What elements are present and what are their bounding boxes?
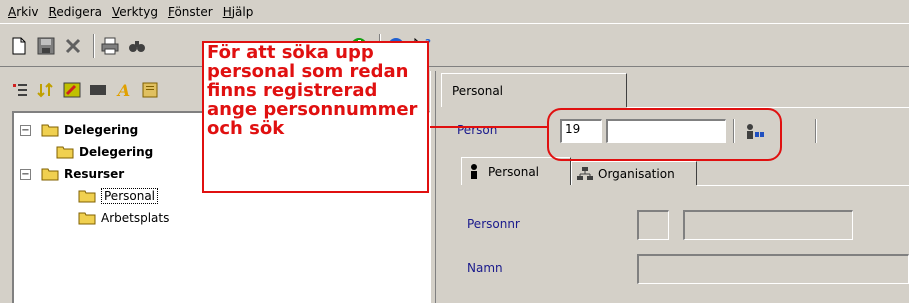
new-document-icon[interactable] xyxy=(8,35,30,57)
right-panel: Personal Person 19 Personal Organisation… xyxy=(437,71,909,303)
edit-icon[interactable] xyxy=(62,80,82,100)
tree-item-label: Personal xyxy=(101,188,159,204)
callout-connector xyxy=(430,126,547,128)
sort-icon[interactable] xyxy=(36,80,56,100)
tree-item-arbetsplats[interactable]: Arbetsplats xyxy=(78,209,169,227)
namn-field xyxy=(637,254,909,284)
delete-icon[interactable] xyxy=(62,35,84,57)
menu-redigera[interactable]: Redigera xyxy=(44,5,107,19)
main-toolbar: ? ? xyxy=(0,25,909,67)
tree-item-personal[interactable]: Personal xyxy=(78,187,159,205)
toolbar-separator xyxy=(93,33,95,58)
tab-personal-sub[interactable]: Personal xyxy=(461,157,571,185)
folder-icon xyxy=(78,211,96,225)
menu-verktyg[interactable]: Verktyg xyxy=(107,5,163,19)
find-icon[interactable] xyxy=(126,35,148,57)
tree-item-label: Delegering xyxy=(79,145,154,159)
collapse-icon[interactable]: − xyxy=(20,124,31,136)
personnr-prefix-field xyxy=(637,210,669,240)
subtab-label: Personal xyxy=(488,164,540,179)
panel-splitter[interactable] xyxy=(430,71,436,303)
collapse-icon[interactable]: − xyxy=(20,168,31,180)
report-icon[interactable] xyxy=(140,80,160,100)
folder-icon xyxy=(78,189,96,203)
rectangle-icon[interactable] xyxy=(88,80,108,100)
tab-personal[interactable]: Personal xyxy=(441,73,627,107)
folder-icon xyxy=(56,145,74,159)
tab-label: Personal xyxy=(452,83,504,98)
personnr-number-field xyxy=(683,210,853,240)
namn-label: Namn xyxy=(467,261,503,275)
menu-fonster[interactable]: Fönster xyxy=(163,5,218,19)
print-icon[interactable] xyxy=(99,35,121,57)
svg-text:A: A xyxy=(116,82,130,98)
tab-baseline xyxy=(697,185,909,186)
font-icon[interactable]: A xyxy=(114,80,134,100)
highlight-oval xyxy=(547,108,782,161)
separator xyxy=(815,119,817,143)
menu-bar: Arkiv Redigera Verktyg Fönster Hjälp xyxy=(0,0,909,24)
personnr-label: Personnr xyxy=(467,217,520,231)
tab-organisation[interactable]: Organisation xyxy=(571,161,697,185)
tree-item-resurser[interactable]: − Resurser xyxy=(20,165,124,183)
tree-item-label: Delegering xyxy=(64,123,139,137)
toolbar-hidden-button[interactable] xyxy=(153,35,175,57)
tree-item-delegering-child[interactable]: Delegering xyxy=(56,143,153,161)
tree-item-label: Arbetsplats xyxy=(101,211,170,225)
org-chart-icon xyxy=(577,166,593,180)
menu-arkiv[interactable]: Arkiv xyxy=(3,5,44,19)
instruction-callout: För att söka upp personal som redan finn… xyxy=(202,41,429,193)
tree-item-delegering[interactable]: − Delegering xyxy=(20,121,138,139)
subtab-label: Organisation xyxy=(598,166,675,181)
list-icon[interactable] xyxy=(10,80,30,100)
folder-icon xyxy=(41,123,59,137)
menu-hjalp[interactable]: Hjälp xyxy=(218,5,259,19)
person-icon xyxy=(471,163,477,179)
save-icon[interactable] xyxy=(35,35,57,57)
tree-item-label: Resurser xyxy=(64,167,125,181)
folder-icon xyxy=(41,167,59,181)
